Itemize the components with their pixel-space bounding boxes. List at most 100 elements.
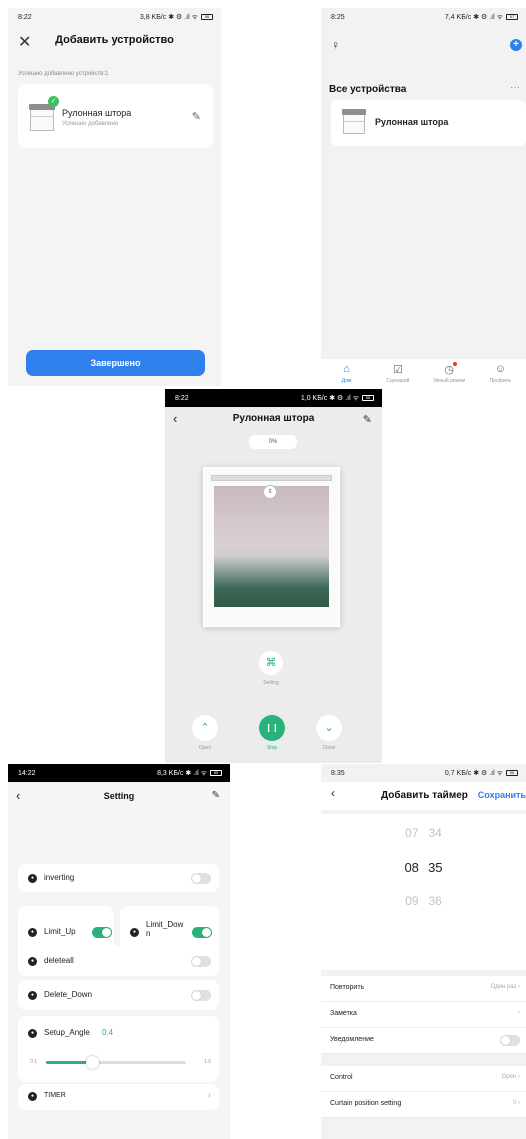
- status-bar: 8:22 3,8 KБ/с ✱ ⚙ .ıl ᯤ 56: [8, 8, 221, 26]
- tab-label: Профиль: [489, 378, 512, 384]
- limit-up-toggle[interactable]: [92, 927, 112, 938]
- stop-label: Stop: [266, 745, 278, 751]
- status-time: 8:35: [331, 769, 345, 777]
- more-icon[interactable]: ···: [510, 82, 520, 93]
- tab-label: Умный режим: [433, 378, 466, 384]
- nav-bar: ‹ Добавить таймер Сохранить: [321, 782, 526, 810]
- delete-down-toggle[interactable]: [191, 990, 211, 1001]
- nav-bar: ‹ Рулонная штора ✎: [165, 411, 382, 431]
- status-time: 8:25: [331, 13, 345, 21]
- slider-min-label: 0.1: [30, 1059, 37, 1065]
- minute-value: 36: [428, 894, 442, 908]
- close-label: Close: [322, 745, 336, 751]
- stop-button[interactable]: ❙❙: [259, 715, 285, 741]
- time-option[interactable]: 07 34: [321, 826, 526, 840]
- status-icons: 8,3 KБ/с ✱ .ıl ᯤ: [157, 769, 207, 777]
- edit-icon[interactable]: ✎: [363, 413, 372, 426]
- back-icon[interactable]: ‹: [331, 786, 335, 800]
- time-option-selected[interactable]: 08 35: [321, 860, 526, 875]
- minute-value: 35: [428, 860, 443, 875]
- tab-profile[interactable]: ☺ Профиль: [476, 363, 524, 384]
- setting-label: inverting: [44, 873, 75, 882]
- position-percent-badge: 0%: [249, 435, 297, 449]
- notification-toggle[interactable]: [500, 1035, 520, 1046]
- scenario-icon: ☑: [392, 364, 403, 376]
- chevron-right-icon: ›: [208, 1090, 211, 1100]
- status-time: 8:22: [18, 13, 32, 21]
- dp-icon: ●: [28, 957, 37, 966]
- battery-icon: 56: [506, 770, 518, 776]
- setting-label: Setup_Angle: [44, 1028, 90, 1037]
- setting-label: TIMER: [44, 1092, 66, 1099]
- notification-row: Уведомление: [321, 1028, 526, 1054]
- minute-value: 34: [428, 826, 442, 840]
- battery-icon: 56: [362, 395, 374, 401]
- close-button[interactable]: ⌄: [316, 715, 342, 741]
- done-button[interactable]: Завершено: [26, 350, 205, 376]
- add-device-icon[interactable]: +: [510, 39, 522, 51]
- added-count-note: Успешно добавлено устройств:1: [18, 71, 109, 77]
- control-row[interactable]: Control Open ›: [321, 1066, 526, 1092]
- setting-row-timer[interactable]: ● TIMER ›: [18, 1084, 219, 1110]
- status-icons: 3,8 KБ/с ✱ ⚙ .ıl ᯤ: [139, 13, 198, 21]
- added-device-card[interactable]: ✓ Рулонная штора Успешно добавлено ✎: [18, 84, 213, 148]
- slider-thumb[interactable]: [86, 1056, 100, 1069]
- setting-label: Limit_Up: [44, 927, 76, 936]
- tab-label: Дом: [341, 378, 352, 384]
- time-picker[interactable]: 07 34 08 35 09 36: [321, 814, 526, 970]
- row-label: Заметка: [330, 1010, 357, 1017]
- add-device-screen: 8:22 3,8 KБ/с ✱ ⚙ .ıl ᯤ 56 ✕ Добавить уст…: [8, 8, 221, 386]
- row-value: Open ›: [501, 1074, 520, 1080]
- repeat-value: Один раз: [490, 984, 517, 990]
- position-value: 0: [512, 1100, 517, 1106]
- nav-bar: ✕ Добавить устройство: [8, 30, 221, 54]
- edit-icon[interactable]: ✎: [212, 790, 220, 801]
- row-value: 0 ›: [512, 1100, 520, 1106]
- limit-down-toggle[interactable]: [192, 927, 212, 938]
- setting-label: Limit_Down: [146, 920, 184, 938]
- dp-icon: ●: [130, 928, 139, 937]
- bottom-tab-bar: ⌂ Дом ☑ Сценарий ◷ Умный режим ☺ Профиль: [321, 359, 526, 389]
- page-title: Добавить таймер: [381, 790, 468, 801]
- open-button[interactable]: ⌃: [192, 715, 218, 741]
- save-button[interactable]: Сохранить: [478, 790, 526, 800]
- drag-handle-icon[interactable]: ⇕: [263, 485, 277, 499]
- inverting-toggle[interactable]: [191, 873, 211, 884]
- deleteall-toggle[interactable]: [191, 956, 211, 967]
- row-label: Повторить: [330, 984, 365, 991]
- dp-icon: ●: [28, 928, 37, 937]
- tab-smart[interactable]: ◷ Умный режим: [425, 362, 473, 384]
- settings-screen: 14:22 8,3 KБ/с ✱ .ıl ᯤ 85 ‹ Setting ✎ ● i…: [8, 764, 230, 1139]
- roller-blind-icon: [29, 104, 55, 131]
- status-icons: 7,4 KБ/с ✱ ⚙ .ıl ᯤ: [444, 13, 503, 21]
- curtain-preview: ⇕: [203, 467, 340, 627]
- repeat-row[interactable]: Повторить Один раз ›: [321, 976, 526, 1002]
- status-icons: 0,7 KБ/с ✱ ⚙ .ıl ᯤ: [444, 769, 503, 777]
- tab-home[interactable]: ⌂ Дом: [323, 363, 371, 384]
- angle-slider[interactable]: [46, 1056, 186, 1069]
- forest-window-image: [214, 486, 329, 607]
- setting-button[interactable]: ⌘: [259, 651, 283, 675]
- open-label: Open: [198, 745, 212, 751]
- device-card[interactable]: Рулонная штора: [331, 100, 526, 146]
- chevron-right-icon: ›: [518, 1010, 520, 1016]
- smart-icon: ◷: [444, 362, 457, 376]
- setting-row-setup-angle: ● Setup_Angle 0.4 0.1 1.0: [18, 1016, 219, 1082]
- device-name: Рулонная штора: [62, 108, 132, 118]
- device-status: Успешно добавлено: [62, 121, 119, 127]
- row-label: Curtain position setting: [330, 1100, 402, 1107]
- note-row[interactable]: Заметка ›: [321, 1002, 526, 1028]
- battery-icon: 85: [210, 770, 222, 776]
- profile-icon: ☺: [494, 363, 506, 375]
- time-option[interactable]: 09 36: [321, 894, 526, 908]
- status-icons: 1,0 KБ/с ✱ ⚙ .ıl ᯤ: [300, 394, 359, 402]
- user-icon[interactable]: ♀: [331, 38, 340, 52]
- status-bar: 8:25 7,4 KБ/с ✱ ⚙ .ıl ᯤ 57: [321, 8, 526, 26]
- tab-scenario[interactable]: ☑ Сценарий: [374, 363, 422, 384]
- curtain-position-row[interactable]: Curtain position setting 0 ›: [321, 1092, 526, 1118]
- status-bar: 8:35 0,7 KБ/с ✱ ⚙ .ıl ᯤ 56: [321, 764, 526, 782]
- angle-value: 0.4: [102, 1028, 114, 1037]
- battery-icon: 57: [506, 14, 518, 20]
- edit-icon[interactable]: ✎: [192, 110, 201, 123]
- page-title: Setting: [103, 791, 135, 801]
